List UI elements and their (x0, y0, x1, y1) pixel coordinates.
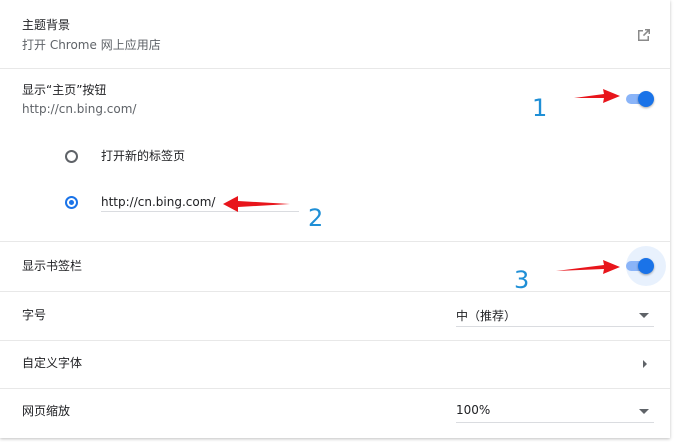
annotation-number-1: 1 (532, 94, 548, 122)
annotation-number-2: 2 (308, 204, 324, 232)
annotation-number-3: 3 (514, 266, 530, 294)
annotation-arrow-1 (223, 89, 620, 274)
